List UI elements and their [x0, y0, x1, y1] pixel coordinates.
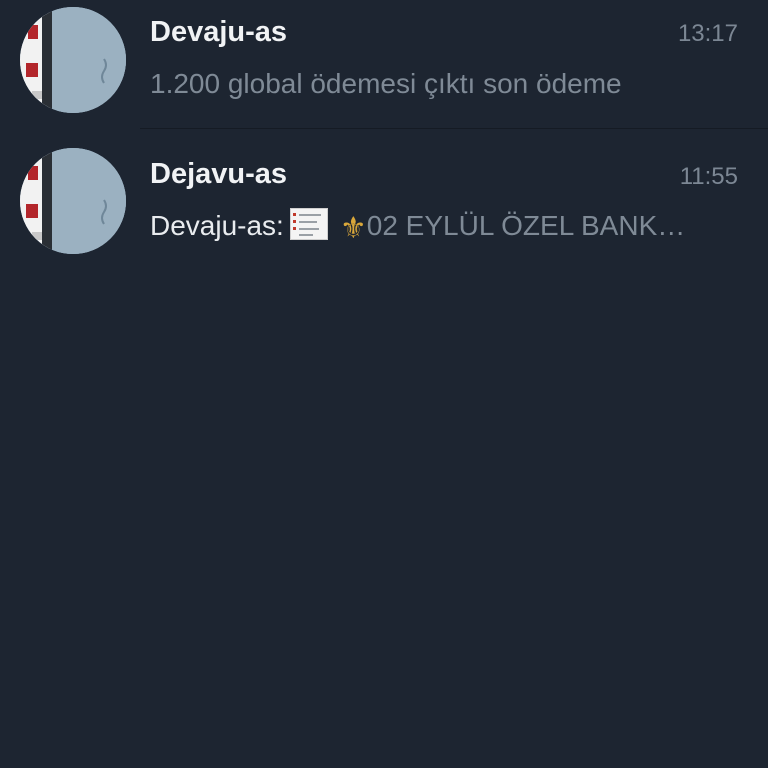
avatar — [20, 7, 126, 113]
preview-text: 02 EYLÜL ÖZEL BANK… — [366, 210, 686, 241]
chat-preview: Devaju-as: ⚜02 EYLÜL ÖZEL BANK… — [150, 208, 738, 244]
divider — [140, 128, 768, 129]
image-thumbnail-icon — [289, 208, 328, 240]
chat-row[interactable]: Dejavu-as 11:55 Devaju-as: ⚜02 EYLÜL ÖZEL… — [0, 130, 768, 260]
chat-name: Devaju-as — [150, 16, 288, 48]
chat-row[interactable]: Devaju-as 13:17 1.200 global ödemesi çık… — [0, 0, 768, 130]
preview-sender: Devaju-as: — [150, 210, 284, 241]
chat-time: 13:17 — [677, 20, 738, 47]
avatar — [20, 148, 126, 254]
chat-time: 11:55 — [679, 163, 738, 190]
chat-preview: 1.200 global ödemesi çıktı son ödeme — [150, 68, 622, 99]
chat-name: Dejavu-as — [150, 158, 288, 190]
fleur-de-lis-icon: ⚜ — [339, 212, 367, 244]
chat-list: Devaju-as 13:17 1.200 global ödemesi çık… — [0, 0, 768, 768]
